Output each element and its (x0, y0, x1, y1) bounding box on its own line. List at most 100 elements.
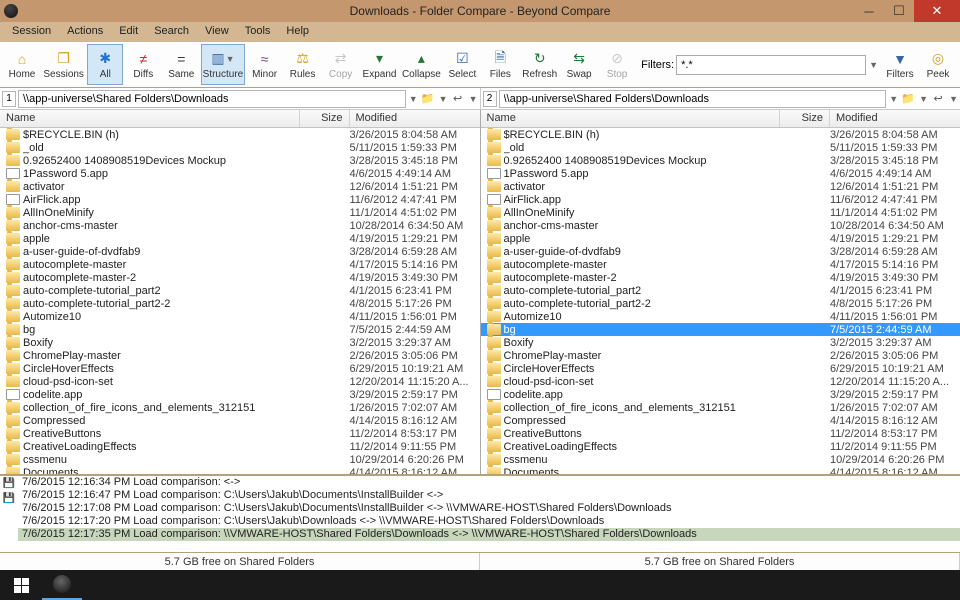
file-row[interactable]: Automize104/11/2015 1:56:01 PM (481, 310, 960, 323)
file-list-right[interactable]: $RECYCLE.BIN (h)3/26/2015 8:04:58 AM_old… (481, 128, 960, 474)
menu-search[interactable]: Search (146, 22, 197, 42)
filters-dropdown-icon[interactable]: ▼ (869, 60, 878, 70)
menu-help[interactable]: Help (278, 22, 317, 42)
menu-view[interactable]: View (197, 22, 237, 42)
file-row[interactable]: AirFlick.app11/6/2012 4:47:41 PM (481, 193, 960, 206)
menu-session[interactable]: Session (4, 22, 59, 42)
history-dropdown-icon[interactable]: ▼ (949, 94, 958, 104)
file-row[interactable]: Documents4/14/2015 8:16:12 AM (0, 466, 480, 474)
browse-icon[interactable]: 📁 (900, 91, 916, 107)
rules-button[interactable]: ⚖Rules (285, 44, 321, 85)
file-row[interactable]: CreativeButtons11/2/2014 8:53:17 PM (481, 427, 960, 440)
file-row[interactable]: auto-complete-tutorial_part2-24/8/2015 5… (0, 297, 480, 310)
file-row[interactable]: 0.92652400 1408908519Devices Mockup3/28/… (481, 154, 960, 167)
collapse-button[interactable]: ▴Collapse (400, 44, 442, 85)
file-row[interactable]: bg7/5/2015 2:44:59 AM (0, 323, 480, 336)
path-dropdown-icon[interactable]: ▼ (889, 94, 898, 104)
file-row[interactable]: autocomplete-master-24/19/2015 3:49:30 P… (481, 271, 960, 284)
file-row[interactable]: auto-complete-tutorial_part24/1/2015 6:2… (0, 284, 480, 297)
swap-button[interactable]: ⇆Swap (561, 44, 597, 85)
structure-button[interactable]: ▥▼Structure (201, 44, 244, 85)
file-row[interactable]: autocomplete-master-24/19/2015 3:49:30 P… (0, 271, 480, 284)
minimize-button[interactable]: ─ (854, 0, 884, 22)
file-row[interactable]: _old5/11/2015 1:59:33 PM (481, 141, 960, 154)
log-line[interactable]: 7/6/2015 12:17:35 PM Load comparison: \\… (18, 528, 960, 541)
file-row[interactable]: cssmenu10/29/2014 6:20:26 PM (0, 453, 480, 466)
file-row[interactable]: apple4/19/2015 1:29:21 PM (0, 232, 480, 245)
col-modified[interactable]: Modified (830, 110, 960, 127)
history-back-icon[interactable]: ↩ (450, 91, 466, 107)
file-row[interactable]: auto-complete-tutorial_part24/1/2015 6:2… (481, 284, 960, 297)
file-row[interactable]: autocomplete-master4/17/2015 5:14:16 PM (481, 258, 960, 271)
sessions-button[interactable]: ❐Sessions (42, 44, 85, 85)
file-row[interactable]: CreativeLoadingEffects11/2/2014 9:11:55 … (0, 440, 480, 453)
file-row[interactable]: 1Password 5.app4/6/2015 4:49:14 AM (0, 167, 480, 180)
file-row[interactable]: a-user-guide-of-dvdfab93/28/2014 6:59:28… (481, 245, 960, 258)
filters-input[interactable] (676, 55, 866, 75)
menu-edit[interactable]: Edit (111, 22, 146, 42)
file-row[interactable]: CircleHoverEffects6/29/2015 10:19:21 AM (0, 362, 480, 375)
home-button[interactable]: ⌂Home (4, 44, 40, 85)
col-size[interactable]: Size (300, 110, 350, 127)
file-row[interactable]: Automize104/11/2015 1:56:01 PM (0, 310, 480, 323)
menu-actions[interactable]: Actions (59, 22, 111, 42)
history-dropdown-icon[interactable]: ▼ (469, 94, 478, 104)
pane-number-right[interactable]: 2 (483, 91, 497, 107)
log-line[interactable]: 7/6/2015 12:17:20 PM Load comparison: C:… (18, 515, 960, 528)
expand-button[interactable]: ▾Expand (361, 44, 399, 85)
file-row[interactable]: Boxify3/2/2015 3:29:37 AM (481, 336, 960, 349)
minor-button[interactable]: ≈Minor (247, 44, 283, 85)
peek-button[interactable]: ◎Peek (920, 44, 956, 85)
file-row[interactable]: Documents4/14/2015 8:16:12 AM (481, 466, 960, 474)
file-row[interactable]: _old5/11/2015 1:59:33 PM (0, 141, 480, 154)
file-row[interactable]: cssmenu10/29/2014 6:20:26 PM (481, 453, 960, 466)
history-back-icon[interactable]: ↩ (930, 91, 946, 107)
start-button[interactable] (0, 570, 42, 600)
file-row[interactable]: bg7/5/2015 2:44:59 AM (481, 323, 960, 336)
col-name[interactable]: Name (0, 110, 300, 127)
file-row[interactable]: Compressed4/14/2015 8:16:12 AM (481, 414, 960, 427)
diffs-button[interactable]: ≠Diffs (125, 44, 161, 85)
file-row[interactable]: ChromePlay-master2/26/2015 3:05:06 PM (0, 349, 480, 362)
file-row[interactable]: ChromePlay-master2/26/2015 3:05:06 PM (481, 349, 960, 362)
close-button[interactable]: ✕ (914, 0, 960, 22)
log-line[interactable]: 7/6/2015 12:17:08 PM Load comparison: C:… (18, 502, 960, 515)
file-row[interactable]: codelite.app3/29/2015 2:59:17 PM (0, 388, 480, 401)
save-log-alt-icon[interactable]: 💾 (3, 493, 16, 506)
file-row[interactable]: $RECYCLE.BIN (h)3/26/2015 8:04:58 AM (0, 128, 480, 141)
browse-icon[interactable]: 📁 (420, 91, 436, 107)
file-row[interactable]: 0.92652400 1408908519Devices Mockup3/28/… (0, 154, 480, 167)
col-size[interactable]: Size (780, 110, 830, 127)
browse-dropdown-icon[interactable]: ▼ (439, 94, 448, 104)
file-row[interactable]: 1Password 5.app4/6/2015 4:49:14 AM (481, 167, 960, 180)
file-row[interactable]: Compressed4/14/2015 8:16:12 AM (0, 414, 480, 427)
log-line[interactable]: 7/6/2015 12:16:47 PM Load comparison: C:… (18, 489, 960, 502)
file-row[interactable]: cloud-psd-icon-set12/20/2014 11:15:20 A.… (481, 375, 960, 388)
column-header[interactable]: Name Size Modified (0, 110, 480, 128)
log-line[interactable]: 7/6/2015 12:16:34 PM Load comparison: <-… (18, 476, 960, 489)
col-modified[interactable]: Modified (350, 110, 480, 127)
log-lines[interactable]: 7/6/2015 12:16:34 PM Load comparison: <-… (18, 476, 960, 552)
file-row[interactable]: CreativeButtons11/2/2014 8:53:17 PM (0, 427, 480, 440)
file-row[interactable]: anchor-cms-master10/28/2014 6:34:50 AM (481, 219, 960, 232)
pane-number-left[interactable]: 1 (2, 91, 16, 107)
taskbar-app-icon[interactable] (42, 570, 82, 600)
file-row[interactable]: apple4/19/2015 1:29:21 PM (481, 232, 960, 245)
path-input-left[interactable] (18, 90, 406, 108)
file-row[interactable]: activator12/6/2014 1:51:21 PM (481, 180, 960, 193)
menu-tools[interactable]: Tools (237, 22, 279, 42)
filters-btn-button[interactable]: ▼Filters (882, 44, 918, 85)
file-row[interactable]: auto-complete-tutorial_part2-24/8/2015 5… (481, 297, 960, 310)
column-header[interactable]: Name Size Modified (481, 110, 960, 128)
file-row[interactable]: AirFlick.app11/6/2012 4:47:41 PM (0, 193, 480, 206)
file-row[interactable]: codelite.app3/29/2015 2:59:17 PM (481, 388, 960, 401)
file-row[interactable]: collection_of_fire_icons_and_elements_31… (0, 401, 480, 414)
file-row[interactable]: activator12/6/2014 1:51:21 PM (0, 180, 480, 193)
select-button[interactable]: ☑Select (444, 44, 480, 85)
file-row[interactable]: AllInOneMinify11/1/2014 4:51:02 PM (481, 206, 960, 219)
path-input-right[interactable] (499, 90, 887, 108)
file-row[interactable]: anchor-cms-master10/28/2014 6:34:50 AM (0, 219, 480, 232)
save-log-icon[interactable]: 💾 (3, 478, 16, 491)
file-row[interactable]: cloud-psd-icon-set12/20/2014 11:15:20 A.… (0, 375, 480, 388)
browse-dropdown-icon[interactable]: ▼ (919, 94, 928, 104)
